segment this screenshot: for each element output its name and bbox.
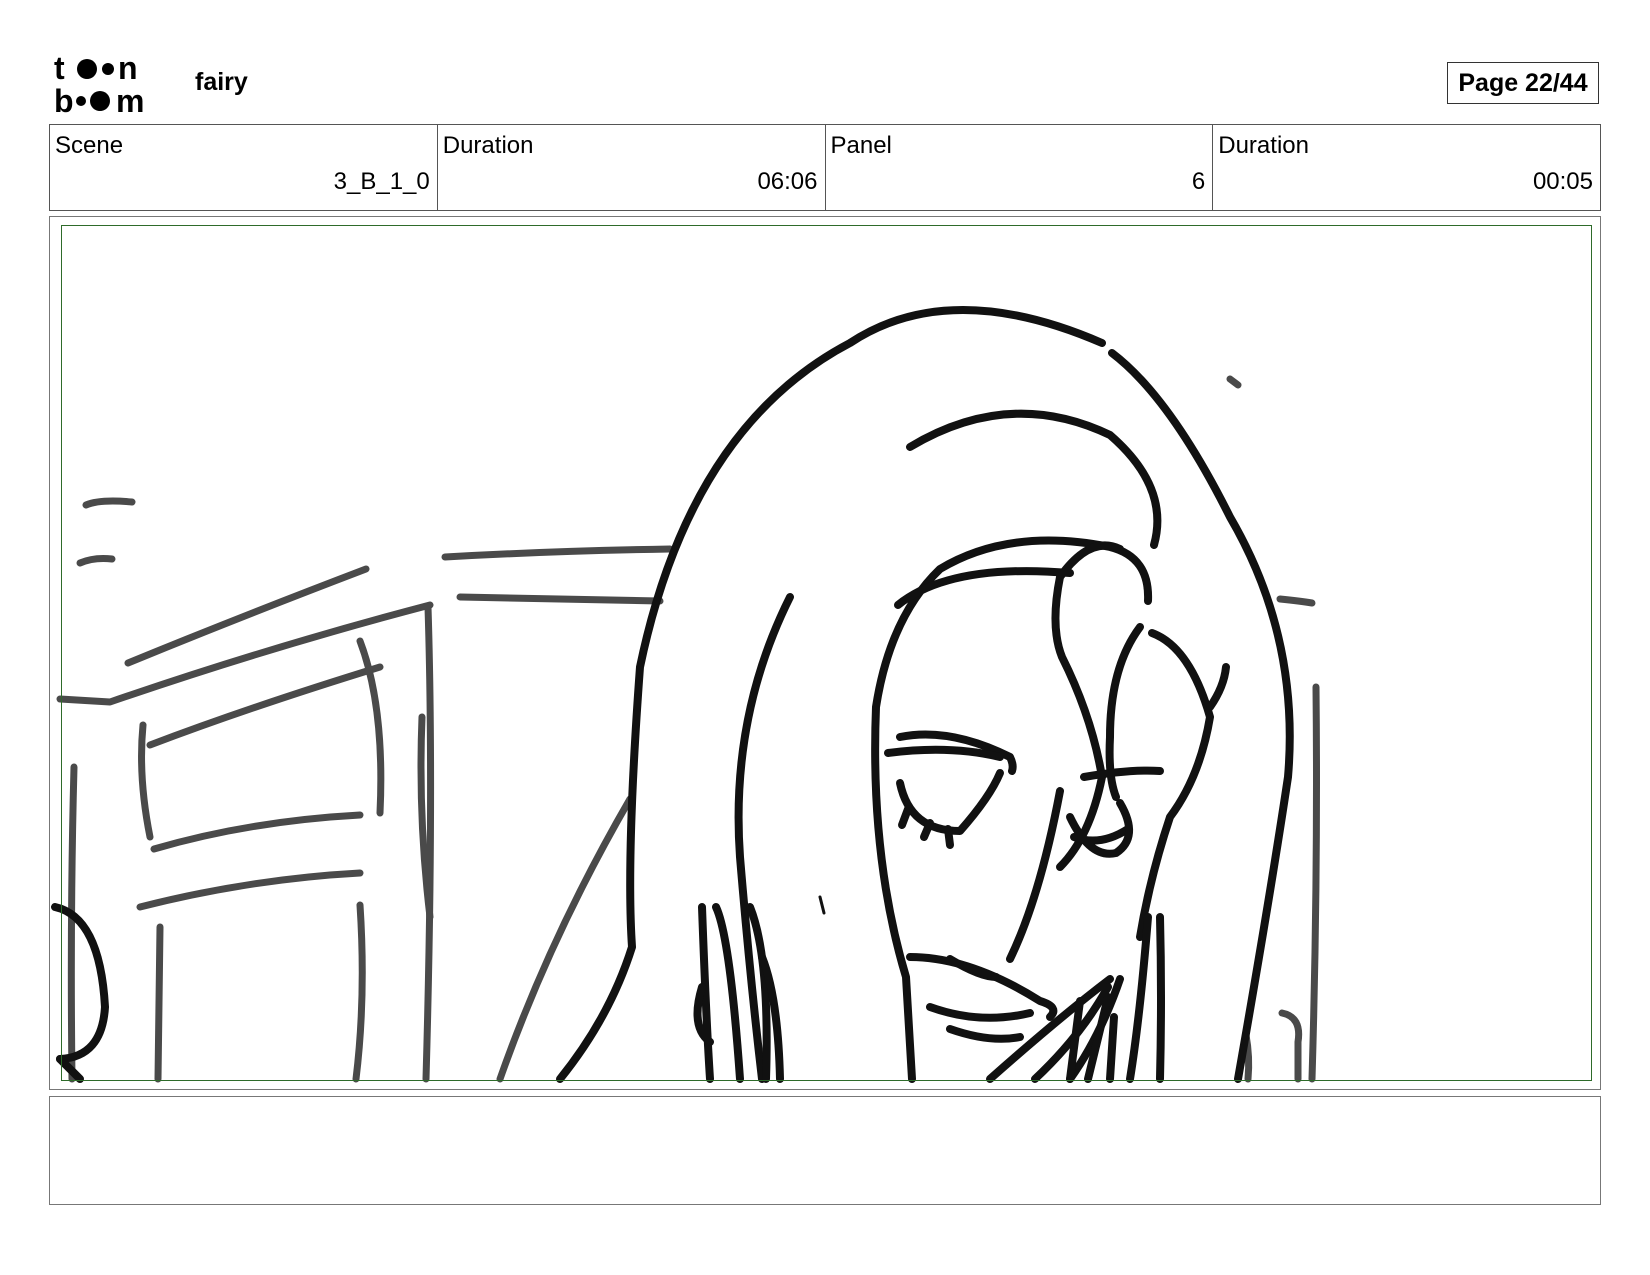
info-bar: Scene 3_B_1_0 Duration 06:06 Panel 6 Dur…: [49, 124, 1601, 211]
panel-label: Panel: [830, 132, 892, 159]
scene-duration-value: 06:06: [757, 168, 818, 195]
scene-label: Scene: [55, 132, 124, 159]
scene-cell: Scene 3_B_1_0: [50, 125, 438, 210]
page-label: Page 22/44: [1458, 68, 1588, 97]
panel-duration-value: 00:05: [1532, 168, 1593, 195]
svg-text:t: t: [54, 52, 65, 86]
notes-box: [49, 1096, 1601, 1205]
svg-text:n: n: [118, 52, 138, 86]
panel-duration-label: Duration: [1218, 132, 1309, 159]
panel-value: 6: [1191, 168, 1206, 195]
scene-duration-label: Duration: [442, 132, 534, 159]
svg-text:m: m: [116, 83, 144, 114]
safe-frame: [61, 225, 1592, 1081]
storyboard-panel: [49, 216, 1601, 1090]
svg-text:b: b: [54, 83, 74, 114]
scene-value: 3_B_1_0: [333, 168, 430, 195]
toon-boom-logo: t n b m: [54, 52, 144, 114]
panel-cell: Panel 6: [826, 125, 1214, 210]
page-indicator: Page 22/44: [1447, 62, 1599, 104]
panel-duration-cell: Duration 00:05: [1213, 125, 1600, 210]
project-name: fairy: [195, 68, 248, 96]
scene-duration-cell: Duration 06:06: [438, 125, 826, 210]
